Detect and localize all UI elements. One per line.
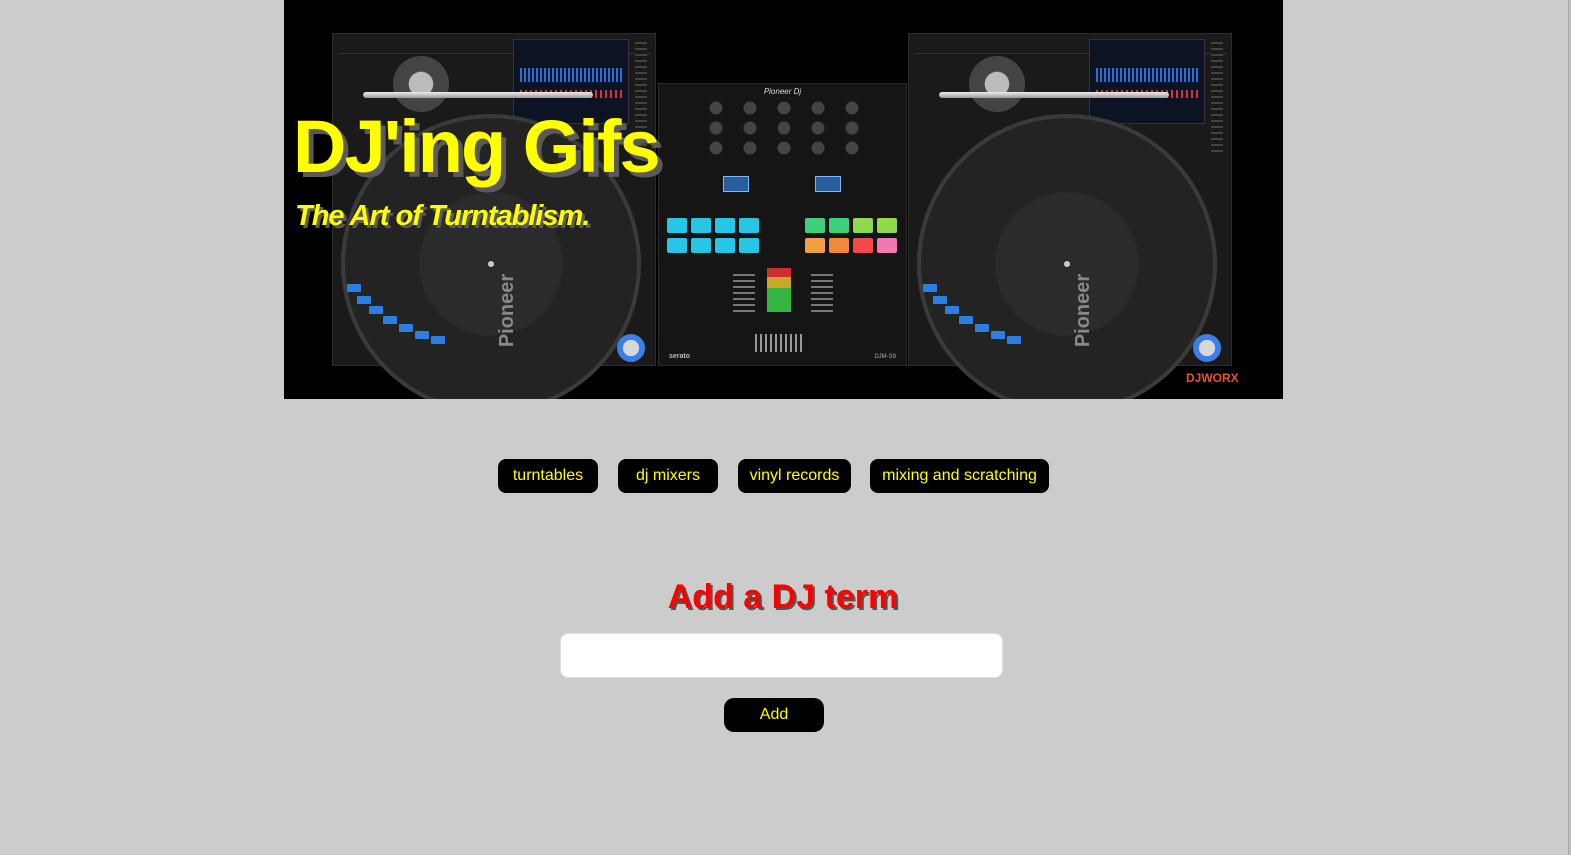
term-button-turntables[interactable]: turntables [498, 459, 598, 493]
deck-screen [1089, 39, 1205, 124]
term-button-dj-mixers[interactable]: dj mixers [618, 459, 718, 493]
add-button[interactable]: Add [724, 698, 824, 732]
mixer-screen-ch1 [723, 176, 749, 192]
tonearm-base [393, 56, 449, 112]
deck-knob [617, 334, 645, 362]
page-subtitle: The Art of Turntablism. [295, 200, 590, 232]
tonearm-base [969, 56, 1025, 112]
mixer-image: Pioneer Dj serato DJM-S9 [658, 83, 907, 366]
mixer-model-label: DJM-S9 [874, 354, 896, 360]
crossfader [755, 334, 803, 352]
tonearm [363, 92, 593, 98]
turntable-right-image: Pioneer [908, 33, 1232, 399]
form-heading: Add a DJ term [667, 578, 899, 616]
channel-fader-2 [811, 274, 833, 312]
page-title: DJ'ing Gifs [293, 105, 661, 188]
mixer-screen-ch2 [815, 176, 841, 192]
hero-banner: Pioneer Pioneer Dj serato DJM-S9 Pioneer… [284, 0, 1283, 399]
deck-pads [343, 284, 453, 354]
performance-pads [665, 218, 901, 258]
platter [917, 114, 1217, 399]
deck-pads [919, 284, 1029, 354]
term-button-vinyl-records[interactable]: vinyl records [738, 459, 851, 493]
deck-brand-label: Pioneer [496, 273, 519, 348]
deck-brand-label: Pioneer [1072, 273, 1095, 348]
tonearm [939, 92, 1169, 98]
pitch-fader [1211, 42, 1223, 152]
serato-label: serato [669, 353, 691, 360]
vu-meter [767, 268, 791, 312]
deck-knob [1193, 334, 1221, 362]
term-input[interactable] [560, 633, 1003, 678]
djworx-logo: DJWORX [1186, 371, 1239, 385]
term-button-mixing-and-scratching[interactable]: mixing and scratching [870, 459, 1049, 493]
mixer-brand-label: Pioneer Dj [763, 87, 802, 96]
channel-fader-1 [733, 274, 755, 312]
mixer-knobs [699, 98, 869, 158]
